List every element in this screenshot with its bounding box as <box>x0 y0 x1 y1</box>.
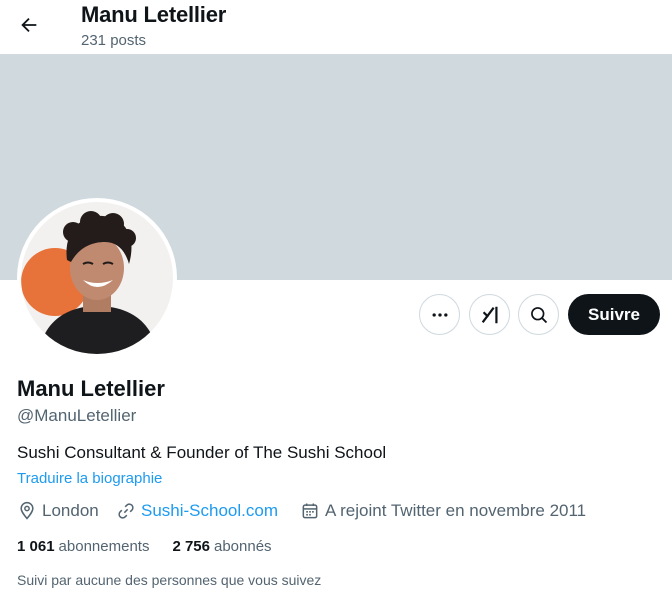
link-icon <box>118 503 134 519</box>
avatar-photo <box>21 202 173 354</box>
header-post-count: 231 posts <box>81 32 147 49</box>
profile-handle: @ManuLetellier <box>17 406 137 425</box>
translate-bio-link[interactable]: Traduire la biographie <box>17 470 162 487</box>
grok-button[interactable] <box>469 294 510 335</box>
more-dots-icon <box>432 312 447 317</box>
website-item: Sushi-School.com <box>116 500 278 522</box>
website-link[interactable]: Sushi-School.com <box>141 501 278 521</box>
following-label: abonnements <box>58 538 150 555</box>
back-button[interactable] <box>10 6 48 44</box>
more-options-button[interactable] <box>419 294 460 335</box>
calendar-icon <box>302 503 318 519</box>
search-icon <box>530 306 547 323</box>
location-item: London <box>17 500 99 522</box>
search-profile-button[interactable] <box>518 294 559 335</box>
header-name: Manu Letellier <box>81 2 227 27</box>
location-pin-icon <box>20 501 34 520</box>
followers-label: abonnés <box>214 538 272 555</box>
following-link[interactable]: 1 061 abonnements <box>17 538 149 555</box>
following-count: 1 061 <box>17 538 55 555</box>
grok-icon <box>481 306 498 323</box>
followers-count: 2 756 <box>172 538 210 555</box>
joined-item: A rejoint Twitter en novembre 2011 <box>300 500 586 522</box>
joined-text: A rejoint Twitter en novembre 2011 <box>325 501 587 520</box>
avatar[interactable] <box>17 198 177 358</box>
followed-by-text: Suivi par aucune des personnes que vous … <box>17 572 322 588</box>
follow-stats: 1 061 abonnements 2 756 abonnés <box>17 538 272 555</box>
arrow-left-icon <box>21 17 37 33</box>
followers-link[interactable]: 2 756 abonnés <box>172 538 271 555</box>
profile-name: Manu Letellier <box>17 376 165 401</box>
follow-button[interactable]: Suivre <box>568 294 660 335</box>
profile-header-bar: Manu Letellier 231 posts <box>0 0 672 54</box>
location-text: London <box>42 501 99 520</box>
profile-bio: Sushi Consultant & Founder of The Sushi … <box>17 443 387 462</box>
